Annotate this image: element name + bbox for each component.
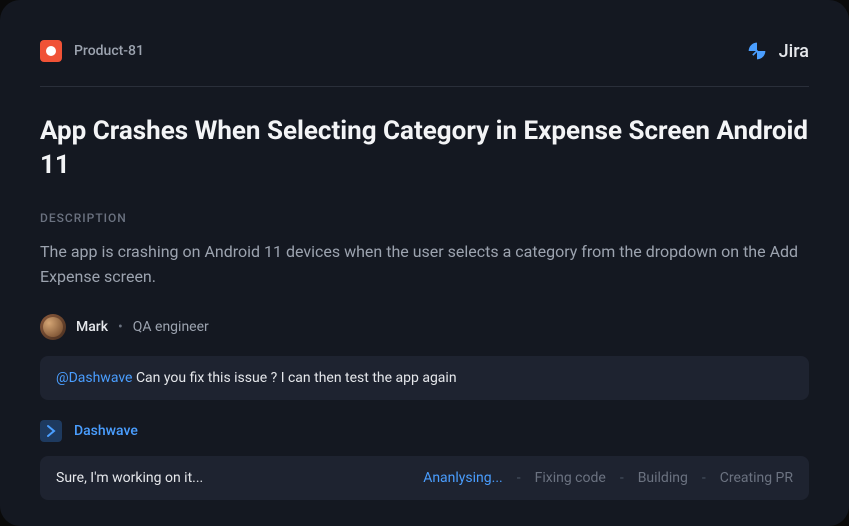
author-row: Mark • QA engineer [40,314,809,340]
product-name: Product-81 [74,43,144,59]
status-step: Building [638,470,688,486]
description-label: DESCRIPTION [40,211,809,225]
avatar[interactable] [40,314,66,340]
status-steps: Ananlysing... - Fixing code - Building -… [423,470,793,486]
status-step: Creating PR [720,470,793,486]
author-role: QA engineer [133,319,209,335]
bot-name[interactable]: Dashwave [74,423,138,439]
mention-link[interactable]: @Dashwave [56,370,132,386]
product-icon [40,40,62,62]
ticket-description: The app is crashing on Android 11 device… [40,239,809,290]
status-message: Sure, I'm working on it... [56,470,203,486]
status-step: Fixing code [535,470,606,486]
step-separator: - [620,470,624,486]
card-header: Product-81 Jira [40,40,809,87]
ticket-card: Product-81 Jira App Crashes When Selecti… [0,0,849,526]
author-name[interactable]: Mark [76,319,108,335]
status-box: Sure, I'm working on it... Ananlysing...… [40,456,809,500]
comment-text: Can you fix this issue ? I can then test… [132,370,456,386]
brand-name: Jira [779,41,809,62]
ticket-title: App Crashes When Selecting Category in E… [40,115,809,183]
step-separator: - [517,470,521,486]
breadcrumb[interactable]: Product-81 [40,40,144,62]
dashwave-icon [40,420,62,442]
jira-brand[interactable]: Jira [747,41,809,62]
author-separator: • [118,319,123,335]
jira-icon [747,41,767,61]
status-step: Ananlysing... [423,470,503,486]
bot-row: Dashwave [40,420,809,442]
step-separator: - [702,470,706,486]
comment-box: @Dashwave Can you fix this issue ? I can… [40,356,809,400]
